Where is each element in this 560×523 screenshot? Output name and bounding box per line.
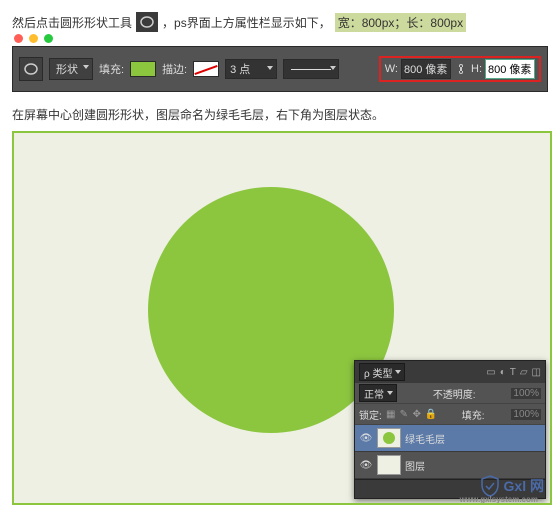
fill-swatch[interactable] [130,61,156,77]
fill-label: 填充: [99,61,124,77]
stroke-style-line-icon [291,69,331,70]
window-traffic-lights [14,34,53,43]
filter-shape-icon[interactable]: ▱ [520,367,528,378]
visibility-icon[interactable]: 👁 [359,460,373,471]
stroke-width-input[interactable]: 3 点 [225,59,277,79]
fill-opacity-value[interactable]: 100% [511,409,541,420]
layers-filter-row: ρ 类型 ▭ ◐ T ▱ ◫ [355,361,545,383]
fill-opacity-label: 填充: [462,407,485,422]
height-value: 800 像素 [488,61,531,77]
visibility-icon[interactable]: 👁 [359,433,373,444]
opacity-value[interactable]: 100% [511,388,541,399]
width-label: W: [385,63,398,75]
lock-trans-icon[interactable]: ▦ [386,409,396,420]
lock-paint-icon[interactable]: ✎ [399,409,409,420]
layer-item[interactable]: 👁 绿毛毛层 [355,425,545,452]
filter-smart-icon[interactable]: ◫ [532,367,541,378]
tool-mode-label: 形状 [56,61,78,77]
filter-type-icon[interactable]: T [510,367,516,378]
width-height-group: W: 800 像素 H: 800 像素 [379,56,541,82]
opacity-label: 不透明度: [433,386,476,401]
layer-filter-select[interactable]: ρ 类型 [359,363,405,381]
lock-icons: ▦ ✎ ✥ 🔒 [386,409,435,420]
link-wh-icon[interactable] [454,62,468,76]
layer-thumb [377,455,401,475]
chevron-down-icon [395,370,401,374]
intro-text-after: ，ps界面上方属性栏显示如下， [162,14,331,31]
blend-mode-select[interactable]: 正常 [359,384,397,402]
watermark-url: www.gxlsystem.com [460,495,538,504]
filter-adjust-icon[interactable]: ◐ [500,367,506,378]
close-icon[interactable] [14,34,23,43]
chevron-down-icon [267,66,273,70]
chevron-down-icon [83,65,89,69]
chevron-down-icon [387,391,393,395]
layer-thumb [377,428,401,448]
layer-name: 绿毛毛层 [405,431,541,446]
layer-filter-label: ρ 类型 [364,365,392,380]
lock-all-icon[interactable]: 🔒 [425,409,435,420]
caption: 在屏幕中心创建圆形形状，图层命名为绿毛毛层，右下角为图层状态。 [12,106,548,123]
zoom-icon[interactable] [44,34,53,43]
width-value: 800 像素 [404,61,447,77]
lock-pos-icon[interactable]: ✥ [412,409,422,420]
intro-line: 然后点击圆形形状工具 ，ps界面上方属性栏显示如下， 宽：800px；长：800… [12,12,548,32]
intro-text-before: 然后点击圆形形状工具 [12,14,132,31]
chevron-down-icon [330,66,336,70]
stroke-swatch[interactable] [193,61,219,77]
blend-mode-value: 正常 [364,386,384,401]
layer-filter-icons: ▭ ◐ T ▱ ◫ [486,367,541,378]
height-input[interactable]: 800 像素 [485,59,535,79]
watermark-text: Gxl 网 [504,476,544,496]
width-input[interactable]: 800 像素 [401,59,451,79]
layers-blend-row: 正常 不透明度: 100% [355,383,545,404]
filter-pixel-icon[interactable]: ▭ [486,367,495,378]
intro-size-highlight: 宽：800px；长：800px [335,13,466,32]
ellipse-tool-icon[interactable] [19,57,43,81]
layers-lock-row: 锁定: ▦ ✎ ✥ 🔒 填充: 100% [355,404,545,425]
ellipse-tool-icon [136,12,158,32]
lock-label: 锁定: [359,407,382,422]
shield-icon [480,475,500,497]
stroke-width-value: 3 点 [230,61,250,77]
watermark: Gxl 网 www.gxlsystem.com [480,475,544,497]
ps-options-bar: 形状 填充: 描边: 3 点 W: 800 像素 H: 800 像素 [12,46,548,92]
ps-canvas: ρ 类型 ▭ ◐ T ▱ ◫ 正常 不透明度: 100% 锁定: ▦ ✎ [12,131,552,505]
stroke-label: 描边: [162,61,187,77]
tool-mode-select[interactable]: 形状 [49,58,93,80]
stroke-style-select[interactable] [283,59,339,79]
height-label: H: [471,63,482,75]
layer-name: 图层 [405,458,541,473]
minimize-icon[interactable] [29,34,38,43]
